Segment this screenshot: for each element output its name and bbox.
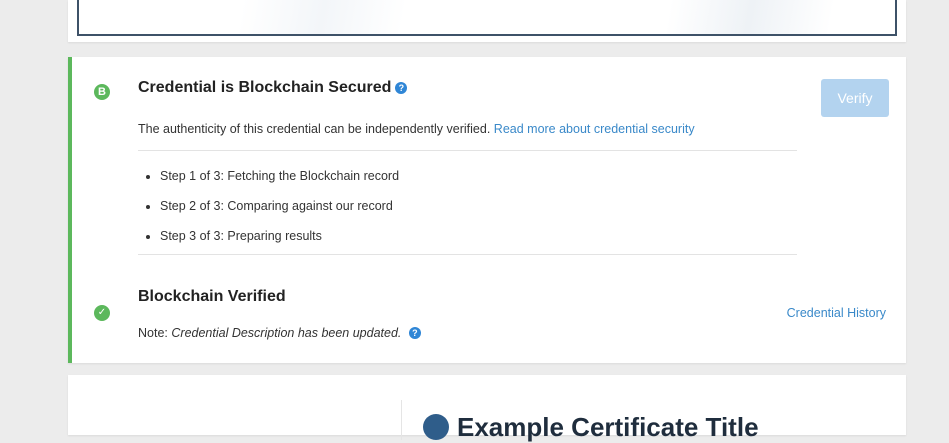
verify-button[interactable]: Verify [821,79,889,117]
blockchain-badge-icon: B [94,84,110,100]
certificate-preview-card [68,0,906,42]
blockchain-secured-heading: Credential is Blockchain Secured? [138,79,408,97]
description-text: The authenticity of this credential can … [138,122,491,136]
divider [138,150,797,151]
blockchain-verified-title: Blockchain Verified [138,288,286,305]
note-text: Credential Description has been updated. [171,326,402,340]
blockchain-verification-card: B Credential is Blockchain Secured? Veri… [68,57,906,363]
blockchain-description: The authenticity of this credential can … [138,122,695,136]
note-prefix: Note: [138,326,168,340]
divider [401,400,402,440]
certificate-icon [423,414,449,440]
step-item: Step 3 of 3: Preparing results [160,221,399,251]
step-item: Step 2 of 3: Comparing against our recor… [160,191,399,221]
help-icon[interactable]: ? [395,82,408,94]
credential-history-link[interactable]: Credential History [787,306,886,320]
blockchain-secured-title: Credential is Blockchain Secured [138,79,392,96]
certificate-details-card: Example Certificate Title [68,375,906,442]
help-icon[interactable]: ? [408,327,421,339]
check-circle-icon: ✓ [94,305,110,321]
read-more-link[interactable]: Read more about credential security [494,122,695,136]
divider [138,254,797,255]
verification-steps-list: Step 1 of 3: Fetching the Blockchain rec… [138,161,399,251]
step-item: Step 1 of 3: Fetching the Blockchain rec… [160,161,399,191]
certificate-title-text: Example Certificate Title [457,412,759,442]
update-note: Note: Credential Description has been up… [138,326,421,340]
certificate-frame [77,0,897,36]
certificate-title: Example Certificate Title [423,412,759,443]
